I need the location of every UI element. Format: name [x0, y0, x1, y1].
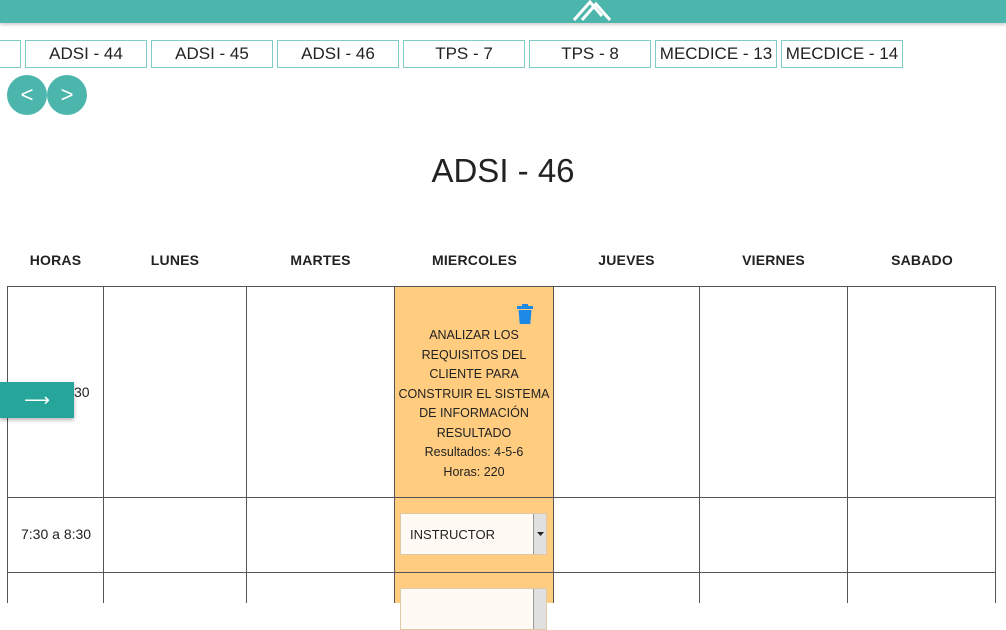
delete-icon[interactable] — [516, 304, 534, 324]
tab-adsi-44[interactable]: ADSI - 44 — [25, 40, 147, 68]
header-viernes: VIERNES — [742, 252, 805, 268]
grid-line — [553, 286, 554, 603]
header-sabado: SABADO — [891, 252, 953, 268]
hour-label: 30 — [74, 384, 90, 400]
tab-tps-8[interactable]: TPS - 8 — [529, 40, 651, 68]
tab-tps-7[interactable]: TPS - 7 — [403, 40, 525, 68]
instructor-select[interactable]: INSTRUCTOR — [400, 513, 547, 555]
grid-line — [7, 286, 8, 603]
subject-text: ANALIZAR LOS REQUISITOS DEL CLIENTE PARA… — [398, 328, 550, 440]
results-text: Resultados: 4-5-6 — [424, 445, 524, 459]
expand-side-menu-button[interactable]: ⟶ — [0, 382, 74, 418]
prev-button[interactable]: < — [7, 75, 47, 115]
header-horas: HORAS — [29, 252, 82, 268]
tab-previous-partial[interactable] — [0, 40, 21, 68]
tab-adsi-45[interactable]: ADSI - 45 — [151, 40, 273, 68]
grid-line — [995, 286, 996, 603]
tab-mecdice-13[interactable]: MECDICE - 13 — [655, 40, 777, 68]
instructor-select-value: INSTRUCTOR — [410, 526, 495, 542]
grid-line — [103, 286, 104, 603]
next-button[interactable]: > — [47, 75, 87, 115]
header-jueves: JUEVES — [598, 252, 655, 268]
grid-line — [246, 286, 247, 603]
slot-details: ANALIZAR LOS REQUISITOS DEL CLIENTE PARA… — [398, 326, 550, 482]
grid-line — [394, 286, 395, 603]
grid-line — [847, 286, 848, 603]
chevron-down-icon[interactable] — [533, 514, 546, 554]
header-miercoles: MIERCOLES — [431, 252, 518, 268]
logo-icon[interactable] — [570, 0, 618, 22]
header-lunes: LUNES — [150, 252, 200, 268]
page-title: ADSI - 46 — [431, 152, 575, 189]
top-app-bar — [0, 0, 1006, 23]
grid-line — [699, 286, 700, 603]
tab-adsi-46[interactable]: ADSI - 46 — [277, 40, 399, 68]
chevron-down-icon[interactable] — [533, 589, 546, 629]
instructor-select-next[interactable] — [400, 588, 547, 630]
hours-text: Horas: 220 — [443, 464, 505, 479]
tab-mecdice-14[interactable]: MECDICE - 14 — [781, 40, 903, 68]
hour-label: 7:30 a 8:30 — [21, 526, 92, 542]
header-martes: MARTES — [290, 252, 351, 268]
